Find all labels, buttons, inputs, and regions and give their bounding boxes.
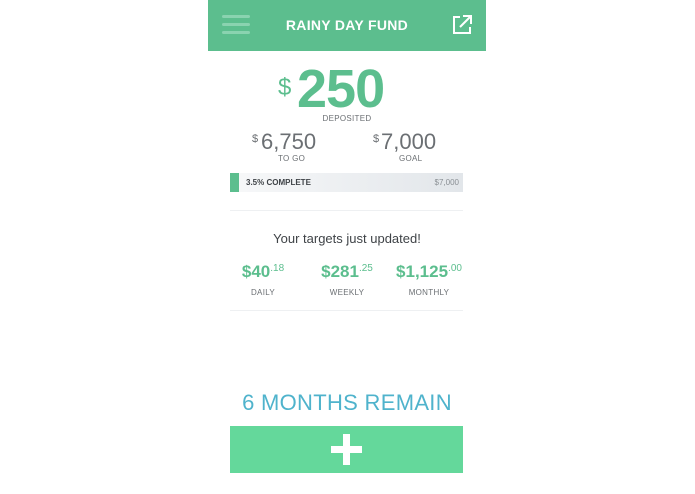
progress-goal-label: $7,000 [434,178,459,187]
progress-label: 3.5% COMPLETE [246,178,311,187]
progress-fill [230,173,239,192]
months-remaining: 6 MONTHS REMAIN [242,390,452,415]
goal-label: GOAL [399,154,423,163]
target-monthly: $1,125.00 MONTHLY [389,262,469,297]
plus-icon [331,434,362,465]
goal-value: 7,000 [381,129,437,154]
targets-notice: Your targets just updated! [273,231,421,246]
target-daily: $40.18 DAILY [223,262,303,297]
app-screen: RAINY DAY FUND $ 250 DEPOSITED $ 6,750 T… [208,0,486,494]
deposit-label: DEPOSITED [322,114,372,123]
target-label: WEEKLY [329,288,365,297]
hamburger-menu-icon[interactable] [222,15,250,35]
to-go-label: TO GO [278,154,306,163]
target-amount: $281.25 [321,262,373,281]
to-go-currency: $ [252,133,259,145]
divider [230,210,463,211]
deposit-value: 250 [297,59,385,119]
target-amount: $1,125.00 [396,262,462,281]
progress-bar: 3.5% COMPLETE $7,000 [230,173,463,192]
top-bar: RAINY DAY FUND [208,0,486,51]
target-label: MONTHLY [408,288,450,297]
page-title: RAINY DAY FUND [285,17,409,33]
to-go-value: 6,750 [261,129,317,154]
target-amount: $40.18 [241,262,285,281]
deposit-currency: $ [278,74,292,101]
deposit-amount: $ 250 [208,60,486,118]
divider [230,310,463,311]
external-link-icon[interactable] [451,14,473,36]
target-label: DAILY [250,288,276,297]
goal-currency: $ [373,133,380,145]
target-weekly: $281.25 WEEKLY [307,262,387,297]
add-deposit-button[interactable] [230,426,463,473]
